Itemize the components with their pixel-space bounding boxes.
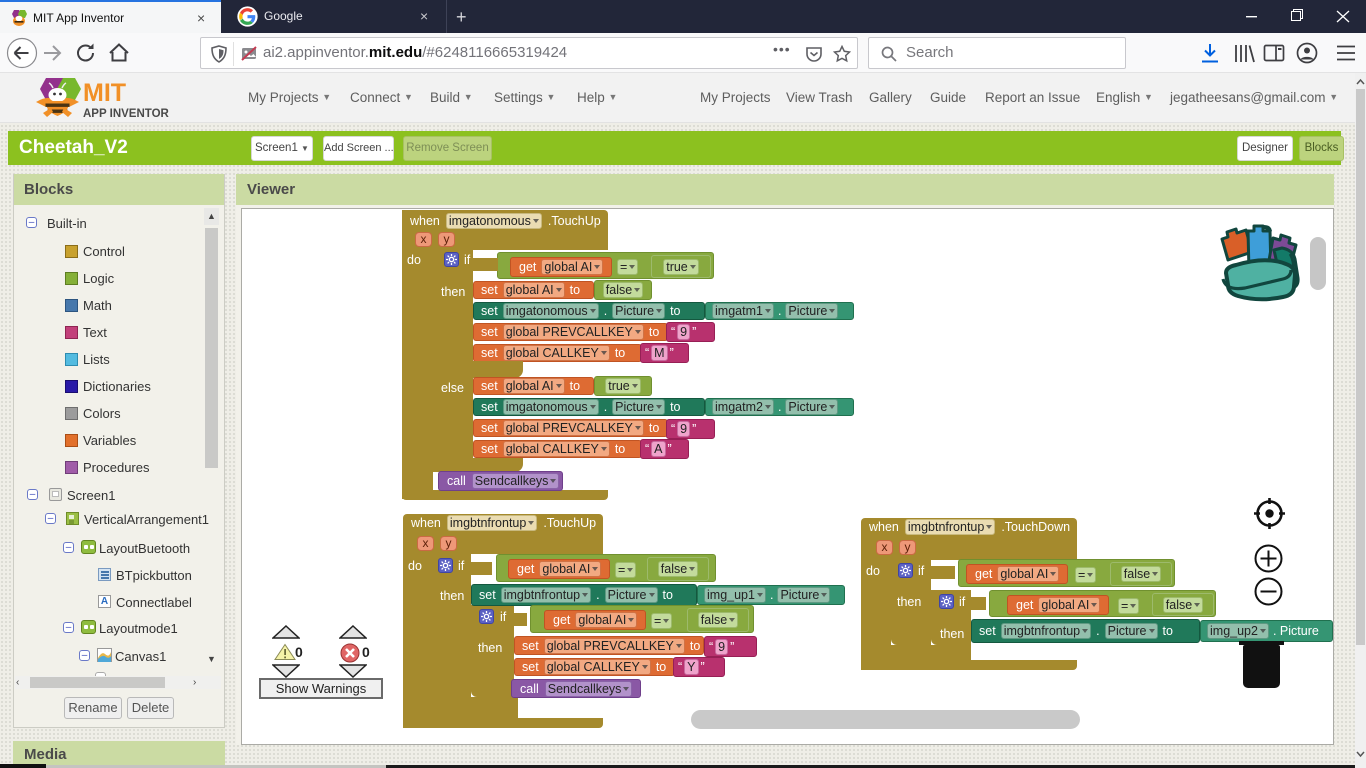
svg-text:APP INVENTOR: APP INVENTOR [83,108,170,120]
svg-text:MIT: MIT [83,79,126,107]
